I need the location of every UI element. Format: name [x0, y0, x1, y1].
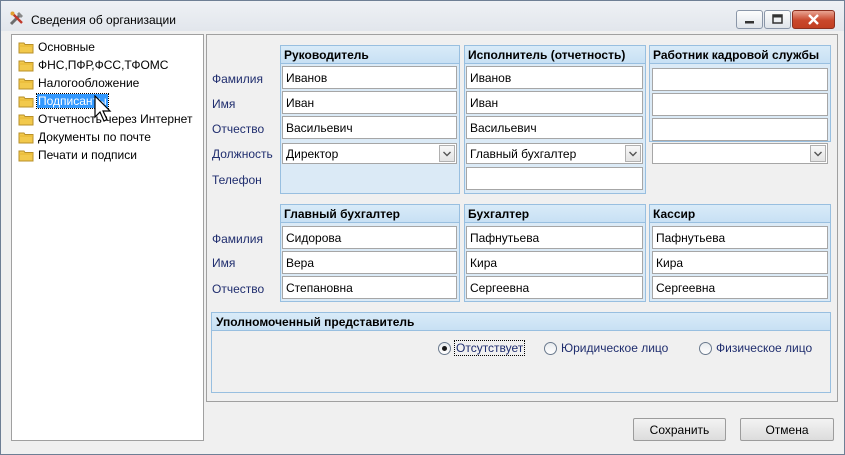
folder-icon: [18, 114, 34, 126]
row-label-position: Должность: [212, 147, 273, 161]
cancel-button[interactable]: Отмена: [740, 418, 834, 441]
group-header-director: Руководитель: [280, 45, 460, 64]
folder-icon: [18, 150, 34, 162]
hr-surname-field[interactable]: [652, 68, 828, 91]
maximize-button[interactable]: [764, 10, 791, 29]
tree-item-label: Основные: [38, 40, 95, 54]
folder-icon: [18, 42, 34, 54]
accountant-patronymic-field[interactable]: Сергеевна: [466, 276, 643, 299]
chevron-down-icon: [629, 151, 637, 157]
folder-icon: [18, 96, 34, 108]
hr-name-field[interactable]: [652, 93, 828, 116]
cashier-surname-field[interactable]: Пафнутьева: [652, 226, 828, 249]
director-name-field[interactable]: Иван: [282, 91, 457, 114]
save-button[interactable]: Сохранить: [633, 418, 726, 441]
executor-position-value: Главный бухгалтер: [470, 147, 577, 161]
folder-icon: [18, 78, 34, 90]
director-position-value: Директор: [286, 147, 339, 161]
executor-name-field[interactable]: Иван: [466, 91, 643, 114]
row-label-patronymic: Отчество: [212, 282, 265, 296]
group-header-accountant: Бухгалтер: [464, 204, 646, 223]
dropdown-button[interactable]: [439, 145, 455, 162]
director-surname-field[interactable]: Иванов: [282, 66, 457, 89]
director-patronymic-field[interactable]: Васильевич: [282, 116, 457, 139]
tools-icon: [9, 11, 23, 26]
radio-dot: [442, 346, 447, 351]
row-label-name: Имя: [212, 256, 236, 270]
radio-label: Отсутствует: [453, 340, 526, 356]
close-button[interactable]: [792, 10, 835, 29]
chief-accountant-name-field[interactable]: Вера: [282, 251, 457, 274]
row-label-surname: Фамилия: [212, 232, 263, 246]
hr-position-select[interactable]: [652, 143, 828, 164]
cashier-patronymic-field[interactable]: Сергеевна: [652, 276, 828, 299]
group-header-hr: Работник кадровой службы: [649, 45, 831, 64]
tree-item-label: Документы по почте: [38, 130, 151, 144]
director-position-select[interactable]: Директор: [282, 143, 457, 164]
executor-phone-field[interactable]: [466, 167, 643, 190]
row-label-phone: Телефон: [212, 173, 262, 187]
tree-item-label: ФНС,ПФР,ФСС,ТФОМС: [38, 58, 169, 72]
row-label-surname: Фамилия: [212, 72, 263, 86]
accountant-surname-field[interactable]: Пафнутьева: [466, 226, 643, 249]
representative-header: Уполномоченный представитель: [211, 312, 831, 331]
row-label-name: Имя: [212, 97, 236, 111]
executor-position-select[interactable]: Главный бухгалтер: [466, 143, 643, 164]
title-bar[interactable]: Сведения об организации: [1, 1, 844, 31]
tree-item-label: Отчетность через Интернет: [38, 112, 193, 126]
accountant-name-field[interactable]: Кира: [466, 251, 643, 274]
hr-patronymic-field[interactable]: [652, 118, 828, 141]
minimize-icon: [745, 21, 754, 24]
folder-icon: [18, 132, 34, 144]
tree-item-label: Налогообложение: [38, 76, 140, 90]
close-icon: [808, 14, 819, 25]
radio-circle: [699, 342, 712, 355]
executor-surname-field[interactable]: Иванов: [466, 66, 643, 89]
group-header-cashier: Кассир: [649, 204, 831, 223]
window-title: Сведения об организации: [31, 13, 176, 27]
chief-accountant-surname-field[interactable]: Сидорова: [282, 226, 457, 249]
group-header-executor: Исполнитель (отчетность): [464, 45, 646, 64]
chevron-down-icon: [443, 151, 451, 157]
tree-item-label: Печати и подписи: [38, 148, 137, 162]
executor-patronymic-field[interactable]: Васильевич: [466, 116, 643, 139]
mouse-cursor-icon: [94, 95, 112, 122]
cashier-name-field[interactable]: Кира: [652, 251, 828, 274]
radio-circle: [438, 342, 451, 355]
minimize-button[interactable]: [736, 10, 763, 29]
dialog-window: Сведения об организации Основные ФНС,ПФР…: [0, 0, 845, 455]
folder-icon: [18, 60, 34, 72]
chevron-down-icon: [814, 151, 822, 157]
group-header-chief-accountant: Главный бухгалтер: [280, 204, 460, 223]
dropdown-button[interactable]: [810, 145, 826, 162]
radio-circle: [544, 342, 557, 355]
radio-label: Юридическое лицо: [561, 341, 669, 355]
chief-accountant-patronymic-field[interactable]: Степановна: [282, 276, 457, 299]
dropdown-button[interactable]: [625, 145, 641, 162]
maximize-icon: [772, 14, 783, 24]
row-label-patronymic: Отчество: [212, 122, 265, 136]
radio-label: Физическое лицо: [716, 341, 813, 355]
